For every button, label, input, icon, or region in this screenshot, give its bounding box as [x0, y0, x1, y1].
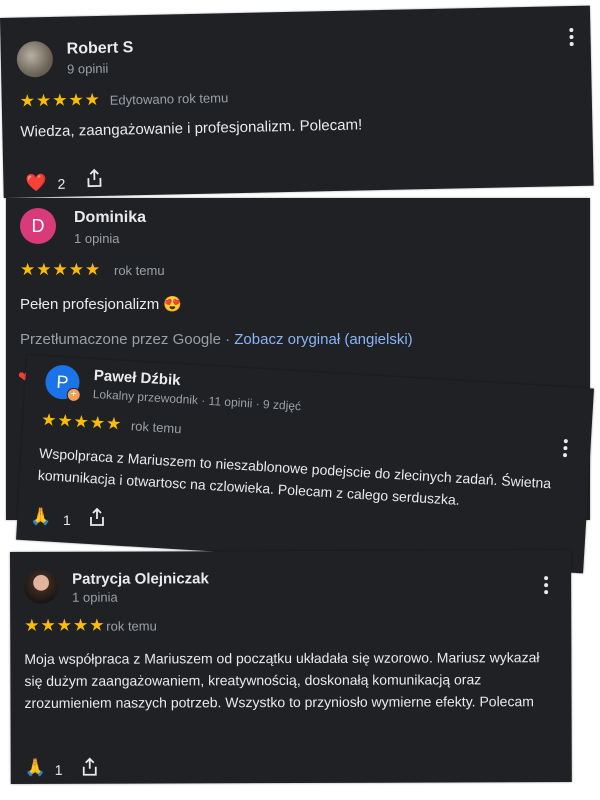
review-card-robert: Robert S 9 opinii ★★★★★ Edytowano rok te…	[0, 5, 594, 198]
reaction-count: 1	[54, 761, 63, 778]
review-text: Wspolpraca z Mariuszem to nieszablonowe …	[37, 444, 552, 508]
rating-stars: ★★★★★	[40, 409, 123, 434]
review-card-patrycja: Patrycja Olejniczak 1 opinia ★★★★★ rok t…	[10, 550, 572, 784]
heart-icon[interactable]: ❤️	[25, 173, 47, 193]
translation-note: Przetłumaczone przez Google · Zobacz ory…	[20, 329, 580, 351]
reviewer-name[interactable]: Patrycja Olejniczak	[72, 570, 209, 587]
reviewer-name[interactable]: Paweł Dźbik	[93, 367, 181, 389]
avatar[interactable]: D	[20, 208, 56, 244]
avatar[interactable]	[16, 40, 54, 78]
review-text: Wiedza, zaangażowanie i profesjonalizm. …	[20, 116, 363, 141]
reaction-count: 1	[63, 512, 71, 528]
review-text: Moja współpraca z Mariuszem od początku …	[24, 649, 540, 711]
rating-stars: ★★★★★	[19, 89, 102, 111]
reviewer-review-count: 1 opinia	[74, 231, 120, 246]
share-icon[interactable]	[85, 168, 104, 193]
reaction-count: 2	[57, 175, 66, 192]
rating-stars: ★★★★★	[20, 260, 102, 279]
review-time: rok temu	[114, 263, 165, 278]
avatar[interactable]	[24, 569, 59, 604]
share-icon[interactable]	[81, 757, 99, 782]
review-time: rok temu	[130, 418, 182, 437]
review-text: Pełen profesjonalizm 😍	[20, 296, 183, 313]
reviewer-name[interactable]: Dominika	[74, 209, 146, 227]
reviewer-meta: Lokalny przewodnik · 11 opinii · 9 zdjęć	[92, 386, 302, 414]
more-options-icon[interactable]	[543, 576, 549, 597]
avatar-letter: D	[31, 216, 45, 236]
review-time: rok temu	[106, 618, 157, 634]
review-card-pawel: P + Paweł Dźbik Lokalny przewodnik · 11 …	[16, 355, 595, 574]
share-icon[interactable]	[88, 507, 106, 532]
more-options-icon[interactable]	[562, 438, 569, 460]
local-guide-badge-icon: +	[66, 387, 82, 403]
see-original-link[interactable]: Zobacz oryginał (angielski)	[234, 331, 412, 348]
avatar-letter: P	[55, 371, 70, 393]
reviewer-review-count: 1 opinia	[72, 589, 118, 605]
reviewer-name[interactable]: Robert S	[66, 39, 133, 58]
review-time: Edytowano rok temu	[109, 90, 229, 108]
rating-stars: ★★★★★	[24, 615, 106, 635]
reviewer-review-count: 9 opinii	[66, 60, 109, 77]
translated-by-label: Przetłumaczone przez Google ·	[20, 331, 235, 348]
more-options-icon[interactable]	[568, 27, 574, 49]
folded-hands-icon[interactable]: 🙏	[25, 758, 46, 778]
folded-hands-icon[interactable]: 🙏	[30, 507, 51, 527]
